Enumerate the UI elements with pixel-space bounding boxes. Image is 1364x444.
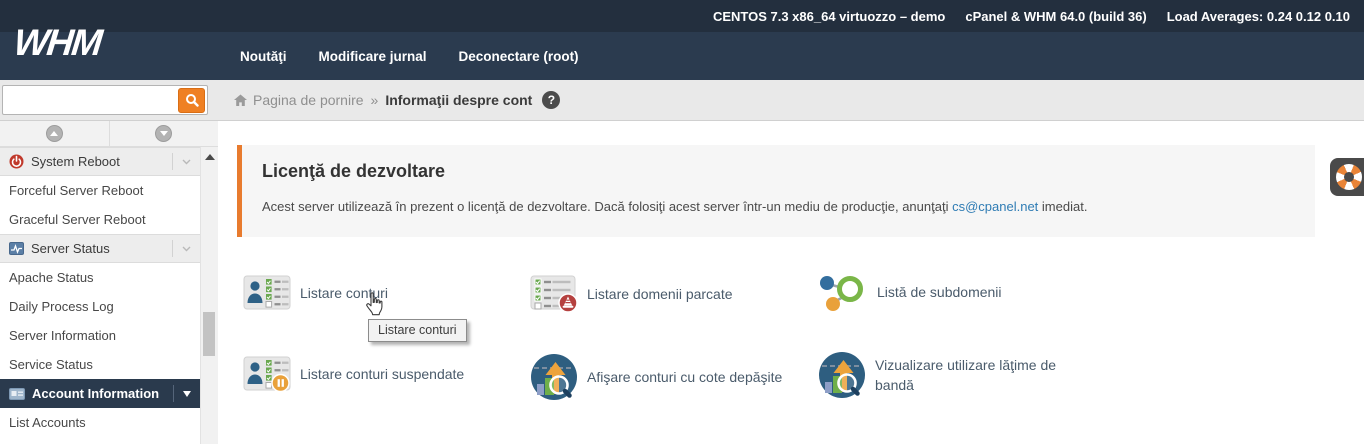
sidebar-item-service-status[interactable]: Service Status: [0, 350, 200, 379]
main-content: Licenţă de dezvoltare Acest server utili…: [218, 121, 1364, 444]
license-notice-body: Acest server utilizează în prezent o lic…: [262, 199, 1295, 214]
feature-label: Listare domenii parcate: [587, 285, 733, 302]
license-body-text-after: imediat.: [1038, 199, 1088, 214]
feature-label: Listă de subdomenii: [877, 283, 1002, 300]
sidebar-search: [2, 85, 208, 115]
server-info-bar: CENTOS 7.3 x86_64 virtuozzo – demo cPane…: [0, 0, 1364, 32]
cpanel-support-email-link[interactable]: cs@cpanel.net: [952, 199, 1038, 214]
feature-label: Listare conturi suspendate: [300, 365, 465, 382]
feature-list-accounts[interactable]: Listare conturi: [243, 275, 388, 311]
feature-list-parked-domains[interactable]: Listare domenii parcate: [530, 275, 733, 313]
sidebar-group-label: Account Information: [32, 386, 160, 401]
scrollbar-thumb[interactable]: [203, 312, 215, 356]
search-icon: [185, 93, 199, 107]
suspended-accounts-icon: [243, 356, 291, 392]
sidebar-group-system-reboot[interactable]: System Reboot: [0, 147, 200, 176]
sidebar-item-server-information[interactable]: Server Information: [0, 321, 200, 350]
home-icon: [233, 94, 248, 107]
breadcrumb-current: Informaţii despre cont: [385, 92, 533, 108]
support-widget-button[interactable]: [1330, 158, 1364, 196]
sidebar-scroll-buttons: [0, 121, 218, 147]
sidebar-group-label: Server Status: [31, 241, 110, 256]
nav-news[interactable]: Noutăţi: [240, 49, 287, 64]
feature-list-subdomains[interactable]: Listă de subdomenii: [818, 271, 1002, 313]
chevron-down-icon: [155, 125, 173, 142]
life-ring-icon: [1332, 160, 1364, 194]
whm-logo[interactable]: WHM: [12, 22, 103, 64]
load-averages: Load Averages: 0.24 0.12 0.10: [1166, 8, 1350, 24]
feature-label: Vizualizare utilizare lăţime de bandă: [875, 356, 1057, 393]
help-icon[interactable]: ?: [542, 91, 561, 109]
breadcrumb-separator: »: [370, 92, 379, 108]
search-input[interactable]: [3, 86, 178, 114]
chevron-down-icon: [172, 153, 200, 170]
sidebar-item-forceful-server-reboot[interactable]: Forceful Server Reboot: [0, 176, 200, 205]
feature-label: Afişare conturi cu cote depăşite: [587, 368, 783, 385]
license-notice-title: Licenţă de dezvoltare: [262, 161, 446, 181]
masthead: CENTOS 7.3 x86_64 virtuozzo – demo cPane…: [0, 0, 1364, 80]
sidebar-group-account-information[interactable]: Account Information: [0, 379, 200, 408]
chevron-up-icon: [45, 125, 63, 142]
license-notice-box: Licenţă de dezvoltare Acest server utili…: [237, 145, 1315, 237]
breadcrumb-home-label: Pagina de pornire: [253, 92, 364, 108]
bandwidth-usage-icon: [818, 351, 866, 399]
feature-list-suspended-accounts[interactable]: Listare conturi suspendate: [243, 356, 464, 392]
feature-label: Listare conturi: [300, 284, 388, 301]
subdomains-icon: [818, 271, 868, 313]
breadcrumb: Pagina de pornire » Informaţii despre co…: [233, 80, 561, 120]
sidebar-item-daily-process-log[interactable]: Daily Process Log: [0, 292, 200, 321]
feature-show-accounts-over-quota[interactable]: Afişare conturi cu cote depăşite: [530, 353, 782, 401]
chevron-down-icon: [173, 385, 200, 402]
quota-exceeded-icon: [530, 353, 578, 401]
sidebar-group-label: System Reboot: [31, 154, 120, 169]
id-card-icon: [9, 387, 25, 400]
tooltip: Listare conturi: [368, 319, 467, 342]
breadcrumb-home-link[interactable]: Pagina de pornire: [233, 92, 364, 108]
status-graph-icon: [9, 242, 24, 255]
sidebar-menu: System Reboot Forceful Server Reboot Gra…: [0, 147, 200, 437]
license-body-text: Acest server utilizează în prezent o lic…: [262, 199, 953, 214]
sidebar-item-list-accounts[interactable]: List Accounts: [0, 408, 200, 437]
breadcrumb-bar: Pagina de pornire » Informaţii despre co…: [0, 80, 1364, 121]
sidebar-scrollbar[interactable]: [200, 147, 218, 444]
whm-version-info: cPanel & WHM 64.0 (build 36): [965, 8, 1147, 24]
sidebar-item-graceful-server-reboot[interactable]: Graceful Server Reboot: [0, 205, 200, 234]
sidebar-scroll-up-button[interactable]: [0, 121, 110, 146]
scrollbar-up-arrow-icon[interactable]: [204, 154, 215, 160]
feature-view-bandwidth-usage[interactable]: Vizualizare utilizare lăţime de bandă: [818, 351, 1087, 399]
chevron-down-icon: [172, 240, 200, 257]
top-nav: Noutăţi Modificare jurnal Deconectare (r…: [240, 32, 579, 80]
sidebar-group-server-status[interactable]: Server Status: [0, 234, 200, 263]
server-os-info: CENTOS 7.3 x86_64 virtuozzo – demo: [712, 8, 946, 24]
sidebar-item-apache-status[interactable]: Apache Status: [0, 263, 200, 292]
nav-logout[interactable]: Deconectare (root): [459, 49, 579, 64]
nav-change-log[interactable]: Modificare jurnal: [319, 49, 427, 64]
power-icon: [9, 154, 24, 169]
parked-domains-icon: [530, 275, 578, 313]
search-button[interactable]: [178, 87, 205, 113]
sidebar-scroll-down-button[interactable]: [109, 121, 218, 146]
sidebar: System Reboot Forceful Server Reboot Gra…: [0, 121, 218, 444]
account-list-icon: [243, 275, 291, 311]
